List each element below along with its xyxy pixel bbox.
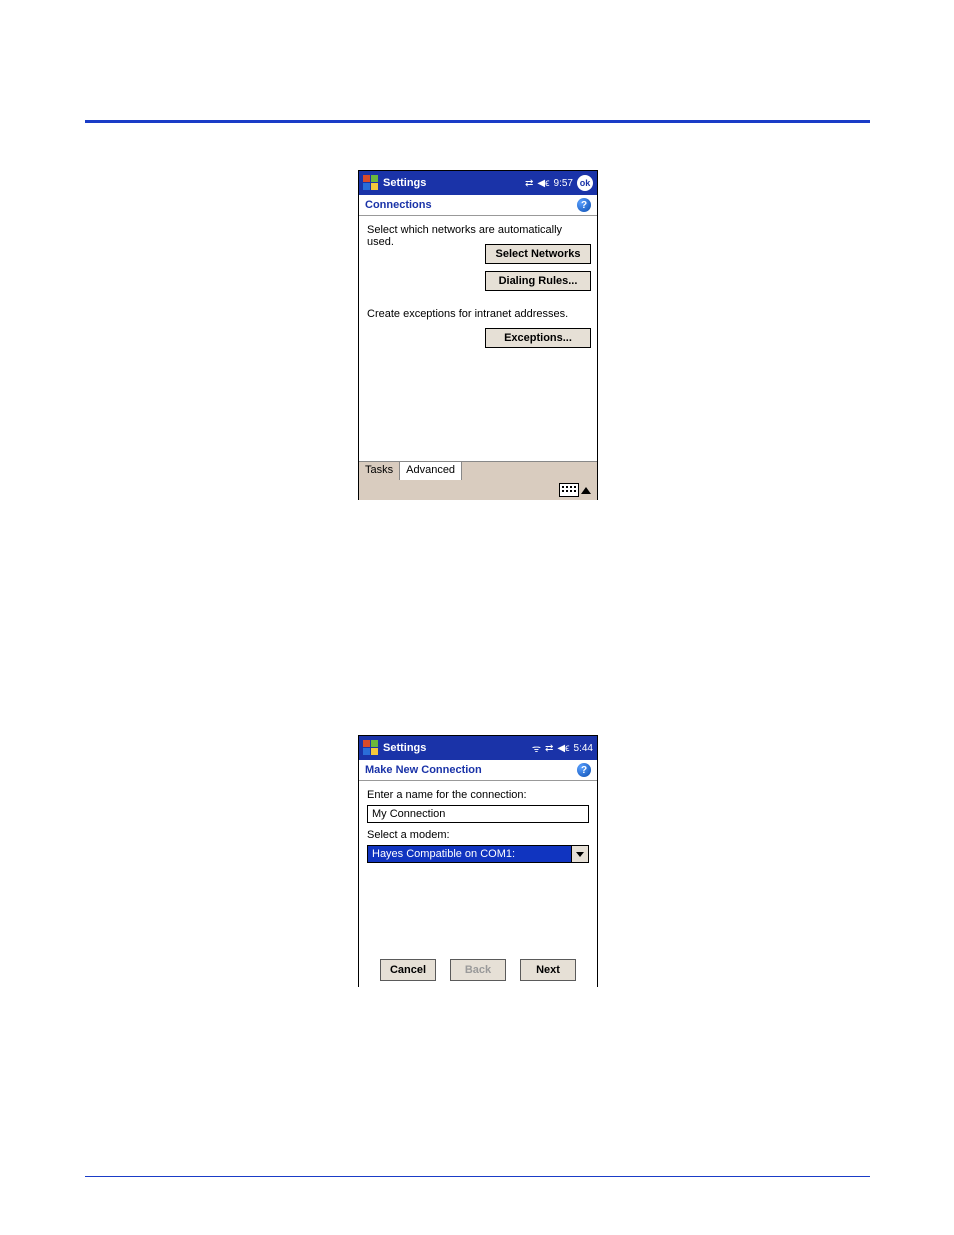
- app-title: Settings: [383, 742, 426, 754]
- wizard-buttons: Cancel Back Next: [359, 959, 597, 981]
- connection-name-label: Enter a name for the connection:: [367, 789, 589, 801]
- page-title: Connections: [365, 199, 432, 211]
- volume-icon[interactable]: ◀ϵ: [557, 743, 569, 754]
- clock[interactable]: 9:57: [554, 178, 573, 189]
- page-subheader: Make New Connection ?: [359, 760, 597, 781]
- content-area: Select which networks are automatically …: [359, 216, 597, 461]
- start-logo-icon[interactable]: [363, 740, 379, 756]
- tab-tasks[interactable]: Tasks: [359, 462, 400, 480]
- keyboard-icon[interactable]: [559, 483, 579, 497]
- connectivity-icon[interactable]: ⇄: [525, 178, 533, 189]
- help-icon[interactable]: ?: [577, 198, 591, 212]
- exceptions-button[interactable]: Exceptions...: [485, 328, 591, 348]
- connection-name-input[interactable]: My Connection: [367, 805, 589, 823]
- connection-name-value: My Connection: [372, 808, 445, 820]
- cancel-button[interactable]: Cancel: [380, 959, 436, 981]
- clock[interactable]: 5:44: [574, 743, 593, 754]
- system-tray: ᯤ ⇄ ◀ϵ 5:44: [532, 741, 593, 755]
- chevron-down-icon[interactable]: [571, 846, 588, 862]
- page-title: Make New Connection: [365, 764, 482, 776]
- ok-button[interactable]: ok: [577, 175, 593, 191]
- volume-icon[interactable]: ◀ϵ: [537, 178, 549, 189]
- page-subheader: Connections ?: [359, 195, 597, 216]
- page-bottom-rule: [85, 1176, 870, 1177]
- sip-up-arrow-icon[interactable]: [581, 487, 591, 494]
- page-top-rule: [85, 120, 870, 123]
- next-button[interactable]: Next: [520, 959, 576, 981]
- back-button: Back: [450, 959, 506, 981]
- select-networks-button[interactable]: Select Networks: [485, 244, 591, 264]
- modem-select[interactable]: Hayes Compatible on COM1:: [367, 845, 589, 863]
- title-bar: Settings ᯤ ⇄ ◀ϵ 5:44: [359, 736, 597, 760]
- device-screenshot-make-new-connection: Settings ᯤ ⇄ ◀ϵ 5:44 Make New Connection…: [358, 735, 598, 987]
- dialing-rules-button[interactable]: Dialing Rules...: [485, 271, 591, 291]
- connectivity-icon[interactable]: ⇄: [545, 743, 553, 754]
- help-icon[interactable]: ?: [577, 763, 591, 777]
- start-logo-icon[interactable]: [363, 175, 379, 191]
- signal-icon[interactable]: ᯤ: [532, 741, 541, 755]
- modem-select-value: Hayes Compatible on COM1:: [368, 848, 571, 860]
- content-area: Enter a name for the connection: My Conn…: [359, 781, 597, 987]
- system-tray: ⇄ ◀ϵ 9:57 ok: [525, 175, 593, 191]
- tab-strip: Tasks Advanced: [359, 461, 597, 480]
- sip-bar: [359, 480, 597, 500]
- device-screenshot-connections: Settings ⇄ ◀ϵ 9:57 ok Connections ? Sele…: [358, 170, 598, 500]
- title-bar: Settings ⇄ ◀ϵ 9:57 ok: [359, 171, 597, 195]
- tab-advanced[interactable]: Advanced: [400, 462, 462, 480]
- exceptions-description: Create exceptions for intranet addresses…: [367, 308, 589, 320]
- modem-label: Select a modem:: [367, 829, 589, 841]
- app-title: Settings: [383, 177, 426, 189]
